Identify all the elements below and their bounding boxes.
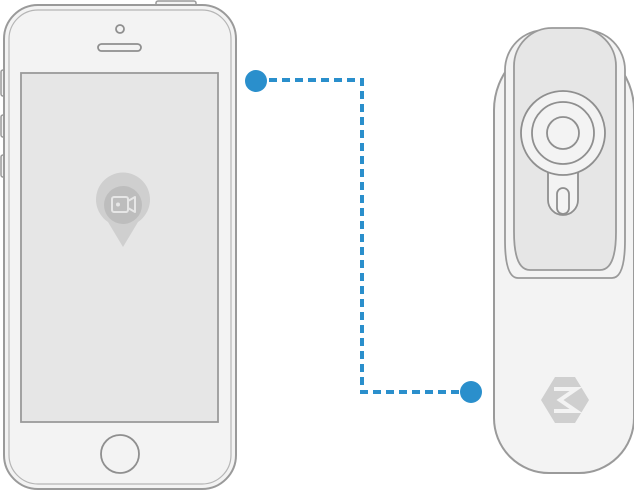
- phone-home-button: [100, 434, 140, 474]
- phone-front-camera: [115, 24, 125, 34]
- connection-line: [245, 70, 482, 403]
- phone-screen: [20, 72, 219, 423]
- diagram-canvas: [0, 0, 634, 490]
- smartphone: [0, 0, 237, 490]
- connection-endpoint-phone: [245, 70, 267, 92]
- handheld-device: [493, 27, 634, 474]
- connection-endpoint-device: [460, 381, 482, 403]
- connection-diagram: [0, 0, 634, 492]
- dashed-connector: [256, 78, 470, 394]
- phone-speaker: [97, 43, 142, 52]
